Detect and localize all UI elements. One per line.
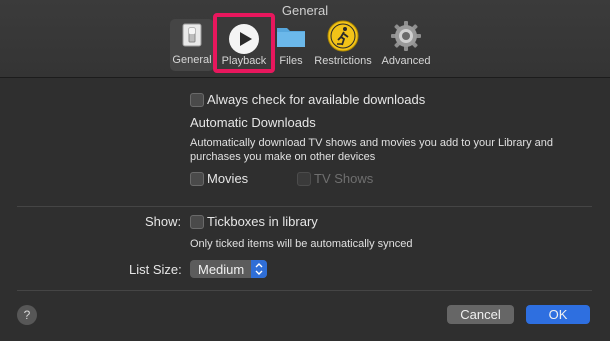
tab-advanced[interactable]: Advanced [379, 20, 433, 72]
tab-restrictions-label: Restrictions [314, 55, 372, 67]
movies-checkbox[interactable] [190, 172, 204, 186]
gear-icon [391, 21, 421, 51]
toolbar: General General Playback Files Restricti… [0, 0, 610, 78]
tab-general-label: General [172, 54, 212, 66]
always-check-label: Always check for available downloads [207, 92, 426, 107]
play-icon [229, 24, 259, 54]
show-label: Show: [145, 214, 182, 229]
tv-shows-label: TV Shows [314, 171, 374, 186]
tab-files[interactable]: Files [274, 20, 308, 72]
help-button[interactable]: ? [17, 305, 37, 325]
list-size-label: List Size: [129, 262, 182, 277]
movies-label: Movies [207, 171, 249, 186]
section-divider [17, 206, 592, 207]
ok-button[interactable]: OK [526, 305, 590, 324]
tab-playback-label: Playback [221, 55, 267, 67]
folder-icon [277, 28, 305, 47]
tab-restrictions[interactable]: Restrictions [312, 20, 374, 72]
switch-icon [182, 23, 202, 47]
restrictions-icon [327, 20, 359, 52]
list-size-select[interactable]: Medium [190, 260, 267, 278]
automatic-downloads-heading: Automatic Downloads [190, 115, 316, 130]
tab-advanced-label: Advanced [381, 55, 431, 67]
preferences-window: General General Playback Files Restricti… [0, 0, 610, 341]
tab-files-label: Files [279, 55, 303, 67]
tickboxes-checkbox[interactable] [190, 215, 204, 229]
automatic-downloads-description-line1: Automatically download TV shows and movi… [190, 137, 553, 149]
chevron-updown-icon [251, 260, 267, 278]
footer-divider [17, 290, 592, 291]
tickboxes-label: Tickboxes in library [207, 214, 318, 229]
tab-playback[interactable]: Playback [213, 13, 275, 73]
window-title: General [281, 3, 329, 18]
automatic-downloads-description-line2: purchases you make on other devices [190, 151, 376, 163]
always-check-checkbox[interactable] [190, 93, 204, 107]
tickboxes-note: Only ticked items will be automatically … [190, 238, 413, 250]
cancel-button[interactable]: Cancel [447, 305, 514, 324]
tv-shows-checkbox[interactable] [297, 172, 311, 186]
tab-general[interactable]: General [170, 19, 214, 71]
list-size-value: Medium [198, 262, 245, 277]
